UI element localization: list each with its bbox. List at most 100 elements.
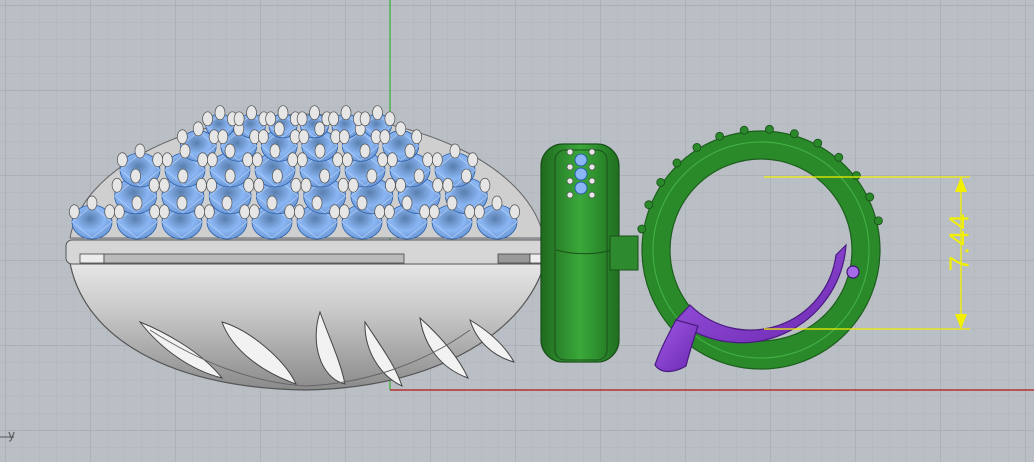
prong bbox=[300, 177, 312, 193]
prong bbox=[290, 177, 302, 193]
prong bbox=[179, 143, 191, 159]
prong bbox=[509, 204, 521, 220]
ring-bead bbox=[813, 138, 823, 148]
prong bbox=[130, 168, 141, 184]
prong bbox=[243, 177, 255, 193]
prong bbox=[116, 152, 128, 168]
prong bbox=[386, 152, 398, 168]
prong bbox=[202, 111, 213, 127]
ring-bead bbox=[765, 124, 774, 134]
prong bbox=[431, 152, 443, 168]
ring-bead bbox=[656, 177, 666, 187]
prong bbox=[257, 129, 269, 145]
prong bbox=[464, 204, 476, 220]
prong bbox=[374, 204, 386, 220]
ring-bead bbox=[692, 142, 702, 152]
prong bbox=[366, 168, 378, 184]
prong bbox=[311, 195, 323, 211]
prong bbox=[152, 152, 164, 168]
prong bbox=[314, 143, 326, 159]
prong bbox=[149, 204, 161, 220]
prong bbox=[239, 204, 251, 220]
prong bbox=[419, 204, 431, 220]
prong bbox=[293, 204, 305, 220]
prong bbox=[284, 204, 296, 220]
prong bbox=[214, 105, 226, 121]
prong bbox=[176, 195, 188, 211]
prong bbox=[134, 143, 146, 159]
prong bbox=[224, 168, 236, 184]
ring-bead bbox=[644, 200, 654, 210]
prong bbox=[161, 152, 173, 168]
prong bbox=[461, 168, 472, 184]
prong bbox=[479, 177, 491, 193]
prong bbox=[372, 105, 383, 121]
prong bbox=[356, 195, 368, 211]
viewport-canvas[interactable] bbox=[0, 0, 1034, 462]
prong bbox=[422, 152, 434, 168]
prong bbox=[449, 143, 461, 159]
prong bbox=[384, 111, 396, 127]
prong bbox=[242, 152, 254, 168]
prong bbox=[359, 143, 371, 159]
prong bbox=[194, 204, 206, 220]
prong bbox=[338, 129, 350, 145]
prong bbox=[309, 105, 320, 121]
prong bbox=[131, 195, 143, 211]
prong bbox=[383, 204, 395, 220]
prong bbox=[272, 168, 283, 184]
prong bbox=[413, 168, 425, 184]
prong bbox=[338, 204, 350, 220]
prong bbox=[467, 152, 479, 168]
prong bbox=[221, 195, 233, 211]
prong bbox=[395, 121, 407, 137]
prong bbox=[111, 177, 123, 193]
prong bbox=[340, 105, 352, 121]
prong bbox=[319, 168, 330, 184]
prong bbox=[347, 177, 359, 193]
prong bbox=[329, 204, 341, 220]
prong bbox=[411, 129, 423, 145]
prong bbox=[176, 129, 188, 145]
prong bbox=[233, 111, 245, 127]
prong bbox=[253, 177, 265, 193]
prong bbox=[158, 204, 170, 220]
prong bbox=[298, 129, 310, 145]
prong bbox=[148, 177, 160, 193]
prong bbox=[104, 204, 116, 220]
axis-label: y bbox=[8, 428, 16, 442]
prong bbox=[266, 195, 278, 211]
ring-bead bbox=[672, 158, 682, 168]
dimension-label: 7.44 bbox=[943, 212, 975, 272]
prong bbox=[328, 111, 339, 127]
prong bbox=[203, 204, 215, 220]
prong bbox=[379, 129, 391, 145]
prong bbox=[446, 195, 458, 211]
prong bbox=[265, 111, 276, 127]
prong bbox=[332, 152, 344, 168]
ring-bead bbox=[715, 131, 725, 141]
rhino-viewport[interactable]: 7.44 y bbox=[0, 0, 1034, 462]
prong bbox=[432, 177, 444, 193]
prong bbox=[359, 111, 371, 127]
prong bbox=[68, 204, 80, 220]
ring-bead bbox=[739, 125, 749, 135]
prong bbox=[206, 177, 217, 193]
prong bbox=[196, 177, 207, 193]
prong bbox=[269, 143, 281, 159]
prong bbox=[192, 121, 204, 137]
prong bbox=[296, 152, 308, 168]
prong bbox=[251, 152, 263, 168]
prong bbox=[377, 152, 389, 168]
prong bbox=[428, 204, 440, 220]
prong bbox=[224, 143, 236, 159]
prong bbox=[158, 177, 170, 193]
prong bbox=[206, 152, 218, 168]
prong bbox=[177, 168, 189, 184]
ring-bead bbox=[851, 171, 861, 180]
ring-bead bbox=[637, 224, 647, 234]
prong bbox=[113, 204, 125, 220]
prong bbox=[277, 105, 289, 121]
prong bbox=[273, 121, 285, 137]
prong bbox=[401, 195, 413, 211]
